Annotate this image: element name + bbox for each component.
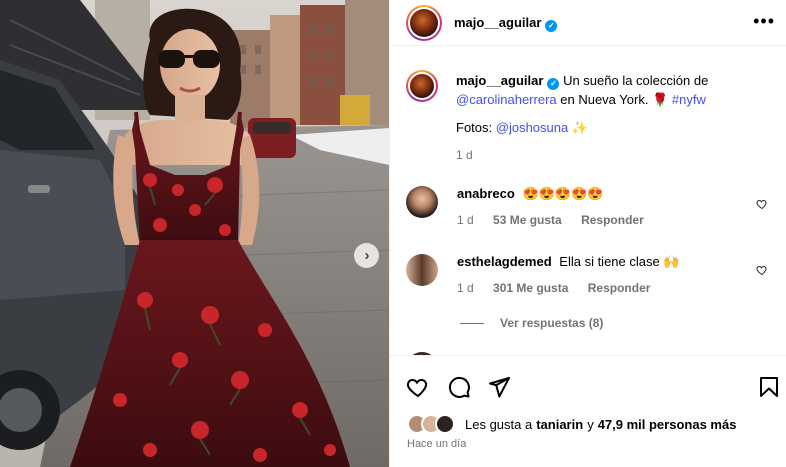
view-replies-label[interactable]: Ver respuestas (8) [500,316,603,330]
post-timestamp[interactable]: Hace un día [407,438,466,450]
comment-username[interactable]: esthelagdemed [457,254,552,269]
comment-likes[interactable]: 53 Me gusta [493,213,562,227]
next-photo-button[interactable]: › [354,243,379,268]
chevron-right-icon: › [364,247,370,264]
author-name-row: majo__aguilar ✓ [454,15,558,32]
send-icon[interactable] [487,375,511,399]
verified-badge-icon: ✓ [545,20,558,32]
likes-summary[interactable]: Les gusta a taniarin y 47,9 mil personas… [407,413,736,435]
heart-icon[interactable] [756,264,768,276]
caption-age[interactable]: 1 d [456,146,746,165]
liker-username[interactable]: taniarin [536,417,583,432]
comments-section[interactable]: majo__aguilar ✓ Un sueño la colección de … [390,46,786,355]
likes-joiner: y [587,416,594,432]
post-header: majo__aguilar ✓ ••• [390,0,786,46]
more-horizontal-icon[interactable]: ••• [753,12,775,30]
view-replies-button[interactable]: Ver respuestas (8) [460,316,603,330]
post-caption: majo__aguilar ✓ Un sueño la colección de … [456,71,746,165]
comment-icon[interactable] [447,375,471,399]
photo-illustration [0,0,389,467]
caption-hashtag-link[interactable]: #nyfw [672,92,706,107]
caption-author-avatar[interactable] [406,70,438,102]
author-avatar[interactable] [406,5,442,41]
reply-button[interactable]: Responder [588,281,651,295]
sparkles-emoji: ✨ [571,120,589,135]
reply-button[interactable]: Responder [581,213,644,227]
commenter-avatar[interactable] [406,254,438,286]
author-username[interactable]: majo__aguilar [454,15,541,30]
caption-mention-link[interactable]: @carolinaherrera [456,92,557,107]
comment-age[interactable]: 1 d [457,281,474,295]
replies-divider [460,323,484,325]
bookmark-icon[interactable] [757,375,781,399]
caption-author-username[interactable]: majo__aguilar [456,73,543,88]
post-panel: majo__aguilar ✓ ••• majo__aguilar ✓ Un sue… [389,0,786,467]
heart-icon[interactable] [756,198,768,210]
comment-age[interactable]: 1 d [457,213,474,227]
caption-text: Un sueño la colección de [563,73,709,88]
verified-badge-icon: ✓ [547,78,560,90]
comment-likes[interactable]: 301 Me gusta [493,281,568,295]
comment-text: Ella si tiene clase 🙌 [559,254,680,269]
caption-text-2: en Nueva York. 🌹 [560,92,669,107]
comment-text: 😍😍😍😍😍 [522,186,604,201]
comment-username[interactable]: anabreco [457,186,515,201]
photo-credit-mention-link[interactable]: @joshosuna [496,120,568,135]
post-actions: Les gusta a taniarin y 47,9 mil personas… [390,355,786,467]
liker-avatar [435,414,455,434]
post-photo[interactable]: › [0,0,389,467]
heart-icon[interactable] [406,375,430,399]
likes-count[interactable]: 47,9 mil personas más [598,417,737,432]
photo-credit-label: Fotos: [456,120,493,135]
likes-prefix: Les gusta a [465,416,533,432]
commenter-avatar[interactable] [406,186,438,218]
